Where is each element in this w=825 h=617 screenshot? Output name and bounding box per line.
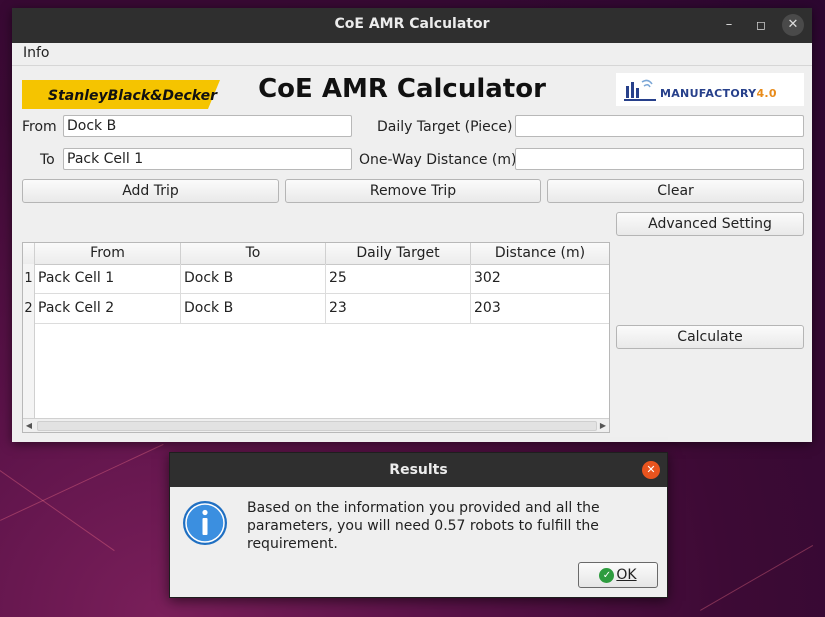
manufactory-logo: MANUFACTORY4.0 — [616, 73, 804, 106]
cell-to[interactable]: Dock B — [181, 264, 326, 294]
from-label: From — [22, 119, 57, 135]
cell-from[interactable]: Pack Cell 1 — [35, 264, 181, 294]
horizontal-scrollbar[interactable]: ◀ ▶ — [23, 418, 609, 432]
advanced-setting-button[interactable]: Advanced Setting — [616, 212, 804, 236]
desktop-wallpaper-line — [700, 545, 814, 611]
cell-daily-target[interactable]: 23 — [326, 294, 471, 324]
menu-info[interactable]: Info — [23, 45, 50, 61]
maximize-icon[interactable]: ◻ — [750, 14, 772, 36]
dialog-titlebar[interactable]: Results ✕ — [170, 453, 667, 487]
main-window: CoE AMR Calculator – ◻ ✕ Info StanleyBla… — [12, 8, 812, 442]
calculate-button[interactable]: Calculate — [616, 325, 804, 349]
window-titlebar[interactable]: CoE AMR Calculator – ◻ ✕ — [12, 8, 812, 43]
check-icon: ✓ — [599, 567, 615, 583]
distance-label: One-Way Distance (m) — [359, 152, 517, 168]
column-header-daily-target[interactable]: Daily Target — [326, 243, 471, 264]
minimize-icon[interactable]: – — [718, 14, 740, 36]
daily-target-label: Daily Target (Piece) — [377, 119, 513, 135]
scroll-right-icon[interactable]: ▶ — [597, 419, 609, 432]
to-input[interactable] — [63, 148, 352, 170]
close-icon[interactable]: ✕ — [782, 14, 804, 36]
app-heading: CoE AMR Calculator — [258, 74, 546, 104]
clear-button[interactable]: Clear — [547, 179, 804, 203]
column-header-from[interactable]: From — [35, 243, 181, 264]
remove-trip-button[interactable]: Remove Trip — [285, 179, 541, 203]
cell-daily-target[interactable]: 25 — [326, 264, 471, 294]
row-header[interactable]: 2 — [23, 294, 35, 324]
table-row[interactable]: 2 Pack Cell 2 Dock B 23 203 — [23, 294, 609, 324]
manufactory-logo-text: MANUFACTORY — [660, 87, 757, 100]
row-header[interactable]: 1 — [23, 264, 35, 294]
scroll-left-icon[interactable]: ◀ — [23, 419, 35, 432]
stanley-black-decker-logo: StanleyBlack&Decker — [22, 80, 220, 109]
row-header-gutter — [23, 324, 35, 419]
cell-distance[interactable]: 203 — [471, 294, 609, 324]
manufactory-logo-version: 4.0 — [756, 87, 777, 100]
manufactory-emblem-icon — [624, 79, 656, 101]
results-dialog: Results ✕ Based on the information you p… — [169, 452, 668, 598]
distance-input[interactable] — [515, 148, 804, 170]
dialog-close-icon[interactable]: ✕ — [642, 461, 660, 479]
desktop-wallpaper-line — [0, 443, 164, 521]
scrollbar-thumb[interactable] — [37, 421, 597, 431]
dialog-message: Based on the information you provided an… — [247, 500, 600, 552]
cell-distance[interactable]: 302 — [471, 264, 609, 294]
window-title: CoE AMR Calculator — [334, 16, 490, 32]
column-header-to[interactable]: To — [181, 243, 326, 264]
table-header: From To Daily Target Distance (m) — [23, 243, 609, 265]
trips-table: From To Daily Target Distance (m) 1 Pack… — [22, 242, 610, 433]
to-label: To — [40, 152, 55, 168]
from-input[interactable] — [63, 115, 352, 137]
cell-to[interactable]: Dock B — [181, 294, 326, 324]
dialog-title: Results — [389, 462, 448, 478]
table-corner[interactable] — [23, 243, 35, 264]
cell-from[interactable]: Pack Cell 2 — [35, 294, 181, 324]
menu-bar: Info — [12, 43, 812, 66]
info-icon — [183, 501, 227, 545]
table-row[interactable]: 1 Pack Cell 1 Dock B 25 302 — [23, 264, 609, 294]
column-header-distance[interactable]: Distance (m) — [471, 243, 609, 264]
add-trip-button[interactable]: Add Trip — [22, 179, 279, 203]
ok-button[interactable]: ✓ OK — [578, 562, 658, 588]
sbd-logo-text: StanleyBlack&Decker — [48, 88, 218, 104]
daily-target-input[interactable] — [515, 115, 804, 137]
ok-button-label: OK — [616, 567, 637, 583]
